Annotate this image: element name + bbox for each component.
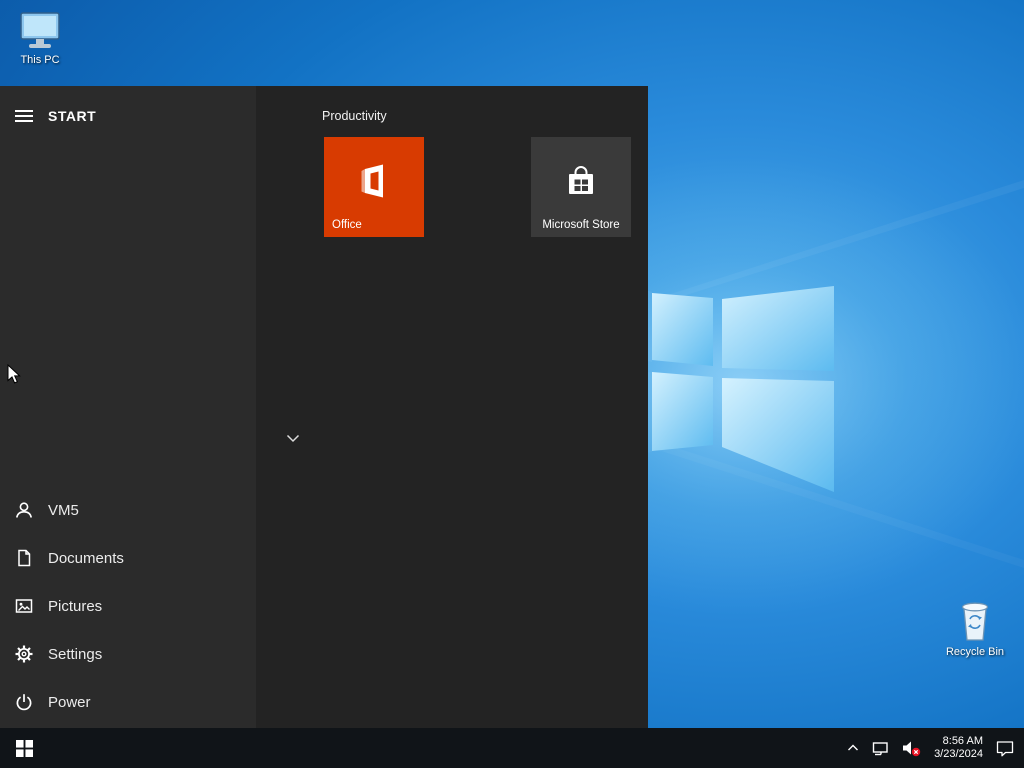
tile-label: Office (332, 219, 362, 231)
chevron-up-icon (848, 744, 859, 751)
nav-item-label: VM5 (48, 501, 79, 519)
tile-label: Microsoft Store (542, 219, 620, 231)
store-bag-icon (569, 166, 593, 194)
desktop-icon-label: This PC (20, 54, 60, 66)
user-icon (0, 500, 48, 520)
start-menu-left-rail: START VM5 Documents Pictures Settings Po… (0, 86, 256, 728)
power-icon (0, 692, 48, 712)
hamburger-menu-button[interactable] (0, 92, 48, 140)
start-menu-tile-panel: Productivity Office Microsoft Store (256, 86, 648, 728)
network-tray-button[interactable] (872, 728, 889, 768)
documents-icon (0, 548, 48, 568)
gear-icon (0, 644, 48, 664)
hamburger-icon (15, 110, 33, 122)
tile-group-title: Productivity (322, 109, 387, 123)
volume-muted-icon (903, 741, 921, 756)
clock-date: 3/23/2024 (934, 748, 983, 760)
nav-item-pictures[interactable]: Pictures (0, 582, 256, 630)
taskbar: 8:56 AM 3/23/2024 (0, 728, 1024, 768)
nav-item-label: Documents (48, 549, 124, 567)
start-menu: START VM5 Documents Pictures Settings Po… (0, 86, 648, 728)
nav-item-settings[interactable]: Settings (0, 630, 256, 678)
nav-item-label: Pictures (48, 597, 103, 615)
start-menu-header: START (0, 92, 96, 140)
chevron-down-icon (286, 434, 300, 442)
desktop-icon-recycle-bin[interactable]: Recycle Bin (936, 598, 1014, 658)
nav-item-label: Power (48, 693, 91, 711)
system-tray: 8:56 AM 3/23/2024 (847, 728, 1024, 768)
recycle-bin-icon (961, 602, 989, 641)
volume-tray-button[interactable] (902, 728, 921, 768)
start-button[interactable] (0, 728, 48, 768)
network-icon (872, 742, 888, 756)
windows-logo-icon (15, 739, 33, 757)
hidden-icons-button[interactable] (847, 728, 859, 768)
clock-time: 8:56 AM (942, 735, 983, 747)
nav-item-label: Settings (48, 645, 103, 663)
pictures-icon (0, 596, 48, 616)
clock[interactable]: 8:56 AM 3/23/2024 (934, 728, 983, 768)
start-menu-nav: VM5 Documents Pictures Settings Power (0, 486, 256, 726)
action-center-button[interactable] (996, 728, 1014, 768)
office-logo-icon (361, 164, 383, 198)
this-pc-icon (20, 12, 60, 48)
nav-item-documents[interactable]: Documents (0, 534, 256, 582)
tile-group-expand-button[interactable] (281, 427, 305, 449)
start-menu-title: START (48, 108, 97, 124)
tile-microsoft-store[interactable]: Microsoft Store (531, 137, 631, 237)
desktop-icon-this-pc[interactable]: This PC (1, 10, 79, 66)
action-center-icon (996, 740, 1014, 756)
nav-item-power[interactable]: Power (0, 678, 256, 726)
nav-item-user[interactable]: VM5 (0, 486, 256, 534)
tile-office[interactable]: Office (324, 137, 424, 237)
desktop-icon-label: Recycle Bin (945, 646, 1005, 658)
